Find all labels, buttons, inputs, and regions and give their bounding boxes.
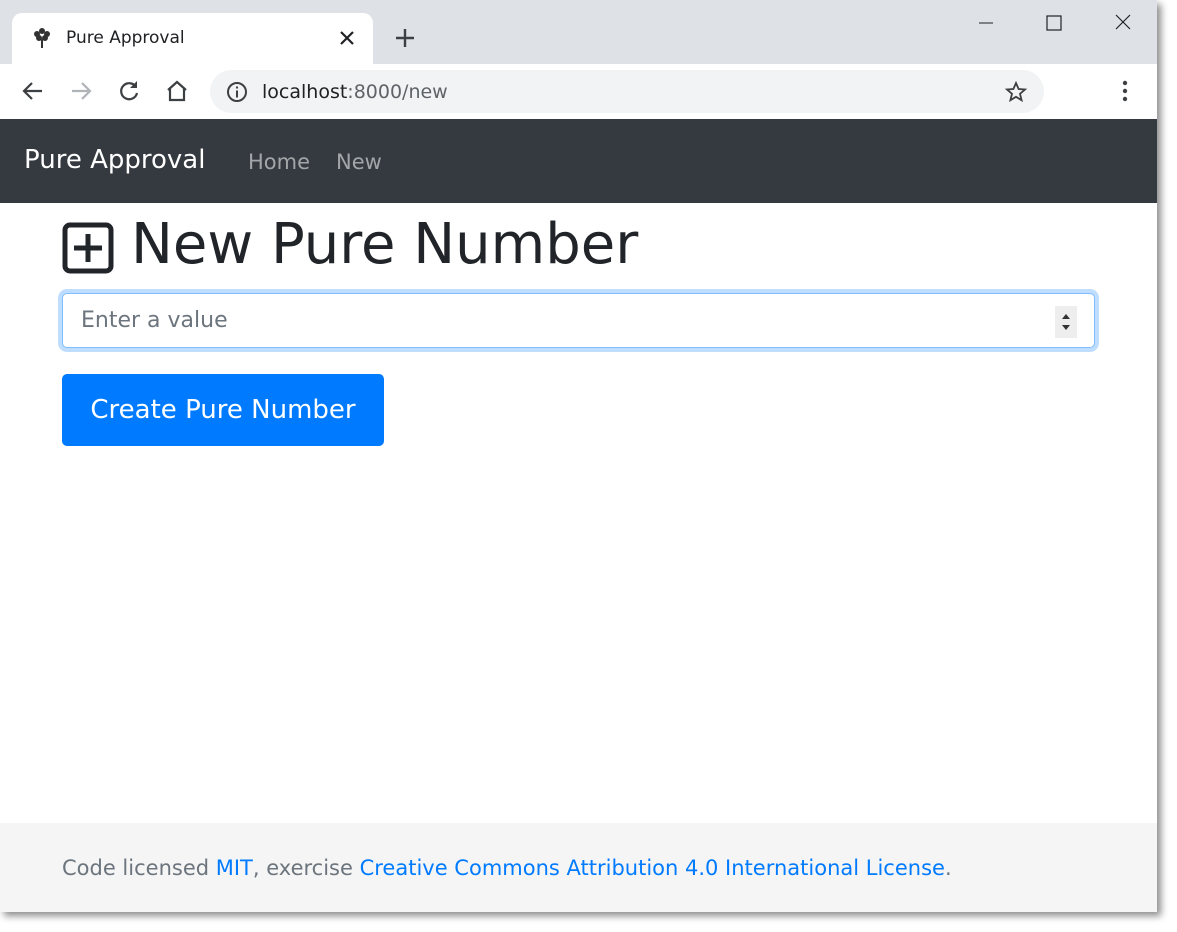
minimize-icon[interactable] [966, 8, 1006, 38]
bookmark-star-icon[interactable] [1004, 80, 1028, 104]
value-number-input[interactable] [62, 293, 1095, 348]
close-tab-icon[interactable] [337, 28, 357, 48]
more-menu-icon[interactable] [1113, 78, 1137, 104]
plus-square-icon [62, 222, 114, 274]
url-host: localhost [262, 81, 348, 103]
info-icon[interactable] [226, 81, 248, 103]
number-spinner-icon[interactable] [1055, 306, 1077, 338]
cc-license-link[interactable]: Creative Commons Attribution 4.0 Interna… [360, 856, 945, 880]
footer-license-text: Code licensed MIT, exercise Creative Com… [62, 856, 952, 880]
footer-middle: , exercise [252, 856, 360, 880]
nav-link-new[interactable]: New [336, 150, 382, 174]
create-pure-number-button[interactable]: Create Pure Number [62, 374, 384, 446]
forward-arrow-icon[interactable] [68, 78, 94, 104]
tab-title: Pure Approval [66, 28, 185, 48]
browser-tab[interactable]: Pure Approval [12, 13, 373, 64]
footer-suffix: . [944, 856, 952, 880]
close-window-icon[interactable] [1103, 8, 1143, 38]
site-footer: Code licensed MIT, exercise Creative Com… [0, 823, 1157, 912]
home-icon[interactable] [164, 78, 190, 104]
reload-icon[interactable] [116, 78, 142, 104]
address-bar[interactable]: localhost:8000/new [210, 70, 1044, 113]
browser-toolbar: localhost:8000/new [0, 64, 1157, 120]
mit-license-link[interactable]: MIT [216, 856, 253, 880]
url-path: :8000/new [347, 81, 448, 103]
nav-link-home[interactable]: Home [248, 150, 310, 174]
tree-favicon-icon [34, 28, 50, 48]
footer-prefix: Code licensed [62, 856, 216, 880]
tab-strip: Pure Approval [0, 0, 1157, 64]
browser-window: Pure Approval localhost:8000/new Pure Ap… [0, 0, 1157, 912]
back-arrow-icon[interactable] [20, 78, 46, 104]
url-text: localhost:8000/new [262, 81, 448, 103]
navbar-brand[interactable]: Pure Approval [24, 145, 205, 175]
site-navbar: Pure Approval Home New [0, 119, 1157, 203]
new-tab-plus-icon[interactable] [393, 26, 417, 50]
page-title: New Pure Number [131, 212, 639, 277]
maximize-icon[interactable] [1034, 8, 1074, 38]
